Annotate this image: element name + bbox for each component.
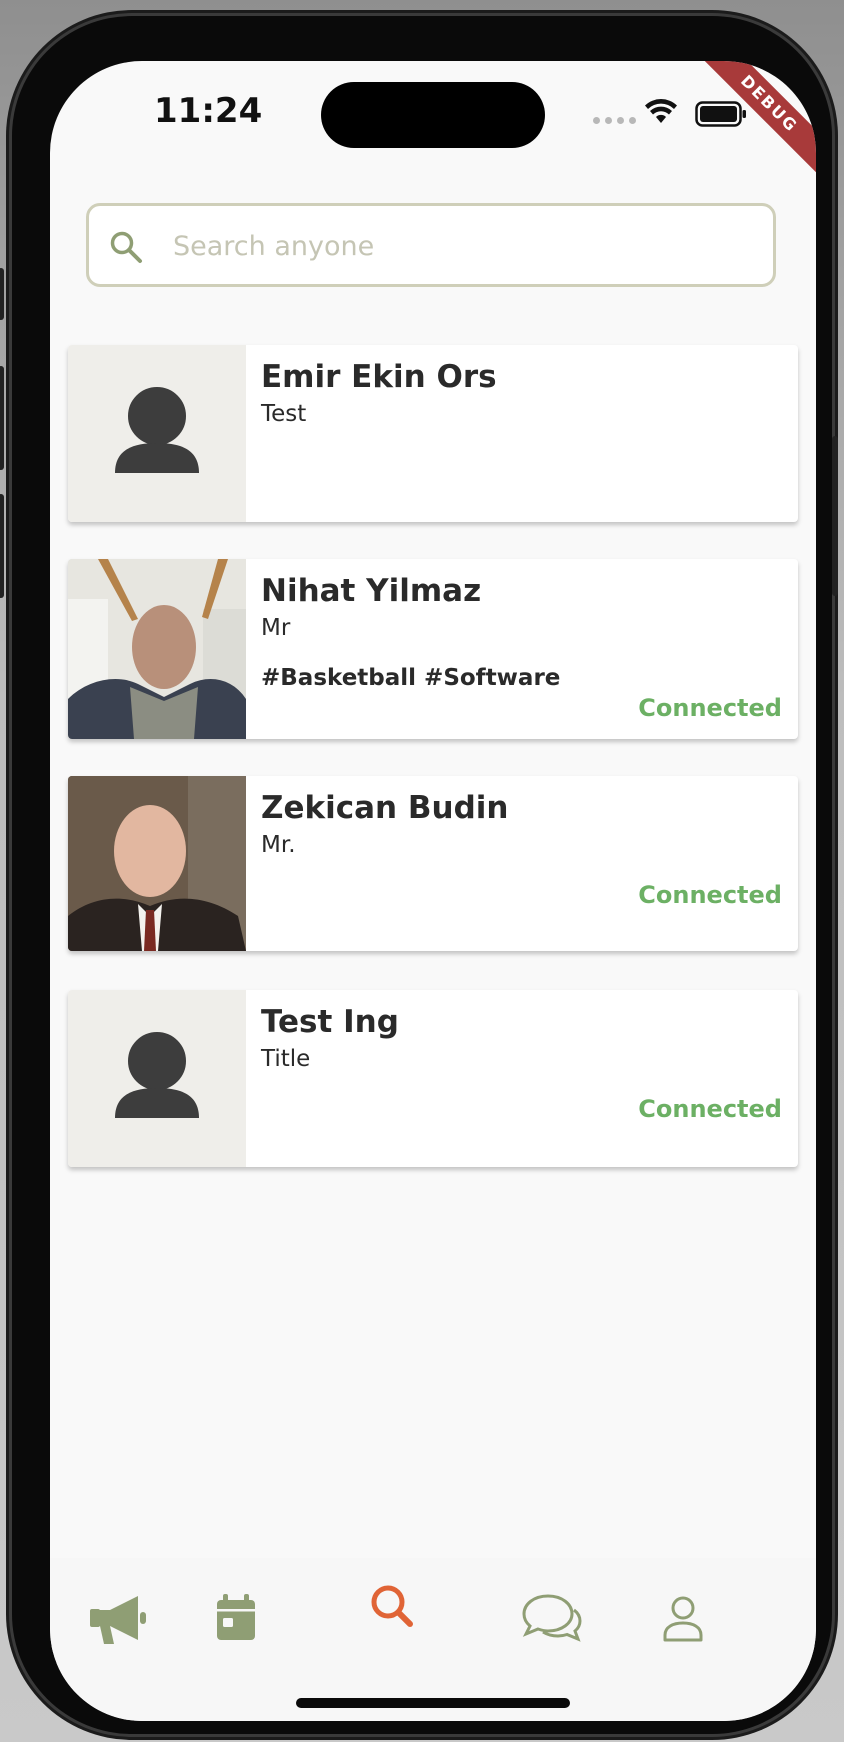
user-name: Nihat Yilmaz — [261, 573, 482, 609]
user-card[interactable]: Test Ing Title Connected — [68, 990, 798, 1167]
user-title: Mr. — [261, 832, 296, 858]
search-input[interactable] — [171, 220, 755, 272]
user-card[interactable]: Emir Ekin Ors Test — [68, 345, 798, 522]
dynamic-island — [321, 82, 545, 148]
search-icon — [110, 231, 142, 263]
signal-icon — [593, 117, 636, 124]
user-name: Emir Ekin Ors — [261, 359, 497, 395]
nav-profile[interactable] — [643, 1578, 723, 1658]
avatar — [68, 776, 246, 951]
nav-messages[interactable] — [512, 1578, 592, 1658]
calendar-icon — [217, 1594, 255, 1640]
battery-icon — [695, 101, 746, 127]
user-title: Test — [261, 401, 307, 427]
user-name: Test Ing — [261, 1004, 399, 1040]
connection-status: Connected — [638, 1095, 782, 1123]
user-title: Mr — [261, 615, 291, 641]
app-screen: 11:24 DEBUG Search anyone Emir Ekin Ors … — [50, 61, 816, 1721]
person-placeholder-icon — [115, 1028, 199, 1118]
user-tags: #Basketball #Software — [261, 665, 561, 691]
avatar — [68, 990, 246, 1167]
wifi-icon — [645, 99, 677, 123]
nav-announcements[interactable] — [80, 1578, 160, 1658]
person-placeholder-icon — [115, 383, 199, 473]
power-button — [832, 436, 838, 596]
profile-photo — [68, 776, 246, 951]
user-card[interactable]: Nihat Yilmaz Mr #Basketball #Software Co… — [68, 559, 798, 739]
nav-calendar[interactable] — [196, 1578, 276, 1658]
megaphone-icon — [90, 1596, 146, 1644]
user-name: Zekican Budin — [261, 790, 509, 826]
avatar — [68, 559, 246, 739]
nav-search[interactable] — [352, 1566, 432, 1646]
chat-bubbles-icon — [522, 1594, 582, 1642]
connection-status: Connected — [638, 694, 782, 722]
search-icon — [371, 1585, 413, 1627]
profile-icon — [663, 1596, 703, 1642]
bottom-nav — [50, 1558, 816, 1721]
user-card[interactable]: Zekican Budin Mr. Connected — [68, 776, 798, 951]
avatar — [68, 345, 246, 522]
status-time: 11:24 — [154, 91, 263, 131]
connection-status: Connected — [638, 881, 782, 909]
home-indicator[interactable] — [296, 1698, 570, 1708]
phone-frame: 11:24 DEBUG Search anyone Emir Ekin Ors … — [0, 16, 838, 1734]
user-title: Title — [261, 1046, 311, 1072]
mute-switch — [0, 268, 4, 320]
volume-up-button — [0, 366, 4, 470]
search-bar[interactable] — [86, 203, 776, 287]
profile-photo — [68, 559, 246, 739]
volume-down-button — [0, 494, 4, 598]
